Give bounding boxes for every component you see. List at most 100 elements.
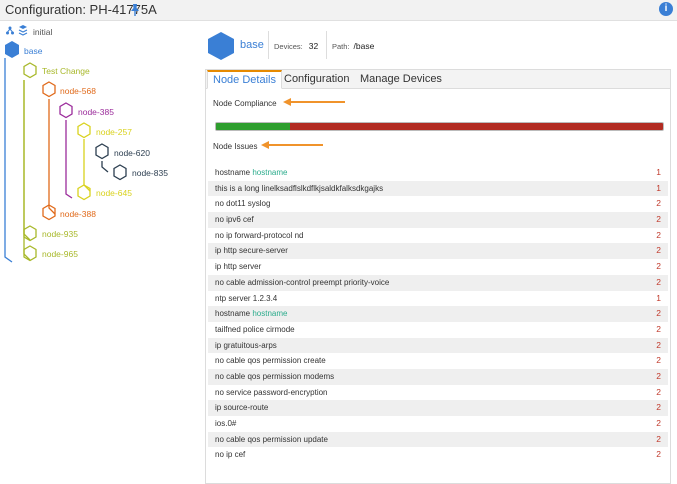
compliance-bar bbox=[215, 122, 664, 131]
issue-row[interactable]: no cable qos permission modems 2 bbox=[208, 368, 668, 385]
tree-node-935[interactable]: node-935 bbox=[42, 229, 78, 239]
tree-node-568[interactable]: node-568 bbox=[60, 86, 96, 96]
issue-count: 2 bbox=[656, 355, 661, 366]
layers-icon bbox=[18, 25, 28, 36]
issue-count: 2 bbox=[656, 229, 661, 240]
devices-count: 32 bbox=[308, 41, 319, 51]
issue-row[interactable]: no cable qos permission create 2 bbox=[208, 353, 668, 369]
tab-bar: Node Details Configuration Manage Device… bbox=[206, 70, 670, 89]
issue-row[interactable]: no cable admission-control preempt prior… bbox=[208, 274, 668, 291]
hex-test-change bbox=[23, 62, 37, 79]
tree-node-965[interactable]: node-965 bbox=[42, 249, 78, 259]
issue-count: 2 bbox=[656, 308, 661, 319]
issue-text: no cable admission-control preempt prior… bbox=[215, 277, 390, 287]
devices-info: Devices: 32 bbox=[274, 41, 318, 51]
tab-manage-devices[interactable]: Manage Devices bbox=[360, 70, 442, 89]
issue-highlight: hostname bbox=[252, 168, 288, 177]
issue-row[interactable]: ip source-route 2 bbox=[208, 400, 668, 416]
tree-node-835[interactable]: node-835 bbox=[132, 168, 168, 178]
hex-node-257 bbox=[77, 122, 91, 139]
issue-row[interactable]: no ipv6 cef 2 bbox=[208, 212, 668, 228]
tree-node-257[interactable]: node-257 bbox=[96, 127, 132, 137]
tree-node-645[interactable]: node-645 bbox=[96, 188, 132, 198]
issue-text: hostname bbox=[215, 168, 253, 177]
issue-count: 1 bbox=[656, 292, 661, 303]
issue-row[interactable]: tailfned police cirmode 2 bbox=[208, 322, 668, 338]
base-hex-icon bbox=[208, 32, 234, 60]
issue-row[interactable]: ip http server 2 bbox=[208, 259, 668, 275]
issue-text: no ip forward-protocol nd bbox=[215, 230, 304, 240]
issue-text: no cable qos permission update bbox=[215, 434, 328, 444]
issue-row[interactable]: ios.0# 2 bbox=[208, 416, 668, 432]
issue-text: hostname bbox=[215, 309, 253, 319]
issue-text: ntp server 1.2.3.4 bbox=[215, 293, 278, 303]
issue-row[interactable]: hostname hostname 2 bbox=[208, 306, 668, 322]
issue-text: ip http secure-server bbox=[215, 246, 288, 256]
issue-text: ip gratuitous-arps bbox=[215, 340, 277, 350]
issue-text: no dot11 syslog bbox=[215, 199, 271, 209]
issue-text: no service password-encryption bbox=[215, 387, 328, 397]
issue-row[interactable]: no ip forward-protocol nd 2 bbox=[208, 228, 668, 244]
issue-highlight: hostname bbox=[252, 309, 288, 319]
initial-tree-icon bbox=[6, 26, 14, 35]
tree-node-385[interactable]: node-385 bbox=[78, 107, 114, 117]
tree-node-test-change[interactable]: Test Change bbox=[42, 66, 90, 76]
tree-node-base[interactable]: base bbox=[24, 46, 42, 56]
issue-count: 2 bbox=[656, 418, 661, 428]
issue-count: 2 bbox=[656, 339, 661, 350]
issue-count: 2 bbox=[656, 261, 661, 272]
issue-count: 2 bbox=[656, 402, 661, 413]
issue-count: 2 bbox=[656, 245, 661, 256]
issue-text: tailfned police cirmode bbox=[215, 324, 295, 334]
tree-graph bbox=[4, 25, 127, 263]
issue-text: no ip cef bbox=[215, 450, 246, 460]
hex-node-568 bbox=[42, 81, 56, 98]
issue-count: 2 bbox=[656, 198, 661, 209]
issue-row[interactable]: no dot11 syslog 2 bbox=[208, 196, 668, 212]
tree-initial-label[interactable]: initial bbox=[33, 27, 52, 37]
arrow-icon bbox=[261, 141, 323, 149]
issue-text: no ipv6 cef bbox=[215, 215, 254, 225]
hex-node-835 bbox=[113, 164, 127, 181]
issue-count: 2 bbox=[656, 370, 661, 381]
path-value: /base bbox=[353, 41, 375, 51]
issues-list: hostname hostname 1 this is a long linelks… bbox=[208, 165, 668, 463]
issue-count: 2 bbox=[656, 323, 661, 334]
arrow-icon bbox=[283, 98, 345, 106]
header-divider bbox=[268, 31, 269, 59]
devices-label: Devices: bbox=[274, 42, 303, 51]
issue-text: ios.0# bbox=[215, 419, 237, 428]
issue-row[interactable]: ip http secure-server 2 bbox=[208, 243, 668, 260]
issue-text: ip http server bbox=[215, 262, 262, 272]
tree-node-620[interactable]: node-620 bbox=[114, 148, 150, 158]
title-bar: Configuration: PH-41775A i bbox=[0, 0, 677, 21]
issue-count: 2 bbox=[656, 449, 661, 460]
issue-count: 2 bbox=[656, 276, 661, 287]
issue-row[interactable]: this is a long linelksadflslkdflkjsaldkf… bbox=[208, 180, 668, 197]
tree-node-388[interactable]: node-388 bbox=[60, 209, 96, 219]
hex-node-645 bbox=[77, 184, 91, 201]
node-issues-label: Node Issues bbox=[213, 142, 258, 151]
hex-node-965 bbox=[23, 245, 37, 262]
header-divider bbox=[326, 31, 327, 59]
issue-row[interactable]: no cable qos permission update 2 bbox=[208, 431, 668, 448]
details-panel: Node Details Configuration Manage Device… bbox=[205, 69, 671, 484]
issue-row[interactable]: ip gratuitous-arps 2 bbox=[208, 337, 668, 354]
tab-node-details[interactable]: Node Details bbox=[207, 70, 282, 89]
issue-text: no cable qos permission create bbox=[215, 356, 326, 366]
issue-row[interactable]: no service password-encryption 2 bbox=[208, 385, 668, 401]
hex-base bbox=[5, 41, 19, 58]
issue-count: 2 bbox=[656, 214, 661, 225]
hex-node-935 bbox=[23, 225, 37, 242]
issue-count: 1 bbox=[656, 182, 661, 193]
info-icon[interactable]: i bbox=[659, 2, 673, 16]
pin-icon[interactable] bbox=[129, 3, 141, 17]
issue-row[interactable]: ntp server 1.2.3.4 1 bbox=[208, 291, 668, 307]
issue-text: ip source-route bbox=[215, 403, 269, 413]
tab-configuration[interactable]: Configuration bbox=[284, 70, 349, 89]
issue-row[interactable]: no ip cef 2 bbox=[208, 447, 668, 463]
issue-text: this is a long linelksadflslkdflkjsaldkf… bbox=[215, 183, 384, 193]
issue-row[interactable]: hostname hostname 1 bbox=[208, 165, 668, 181]
path-info: Path:/base bbox=[332, 41, 374, 51]
node-compliance-label: Node Compliance bbox=[213, 99, 277, 108]
